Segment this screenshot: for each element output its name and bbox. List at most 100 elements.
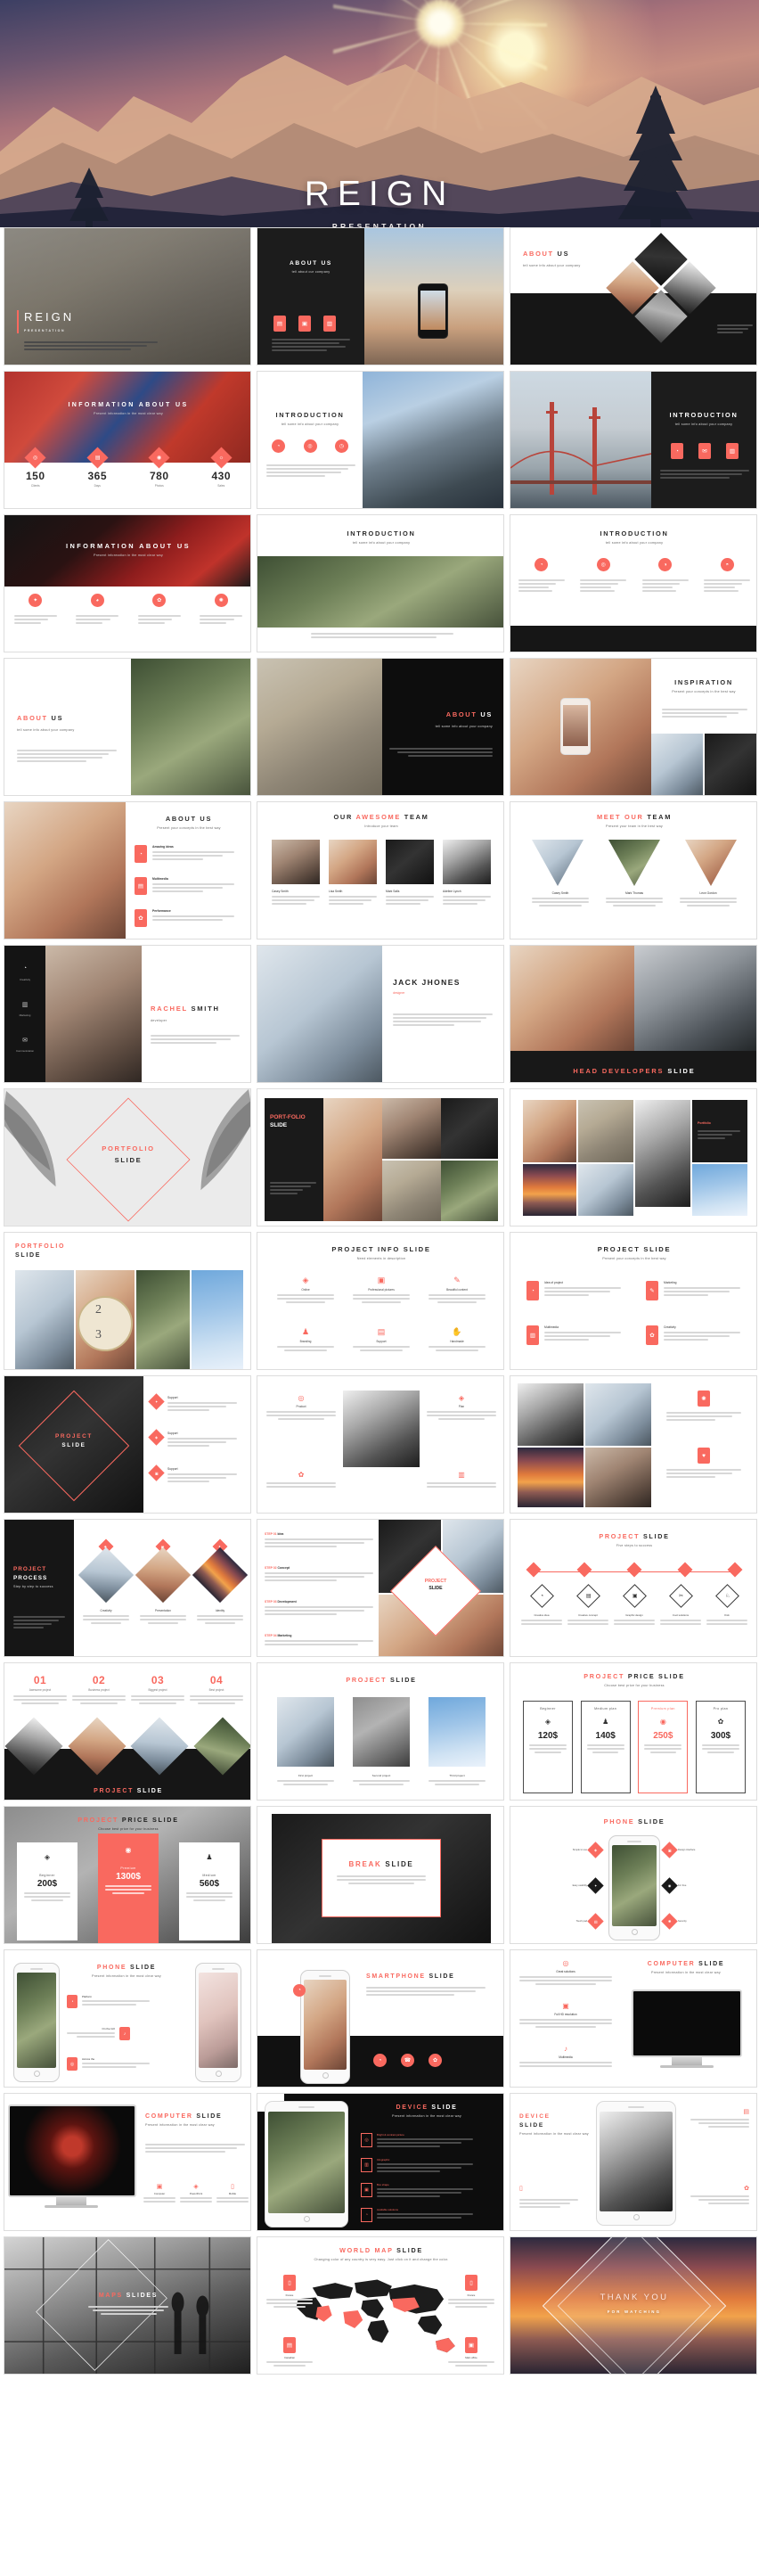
step-name: Development (277, 1600, 297, 1604)
slide-project-slide-numbers[interactable]: 01 Awesome project 02 Business project 0… (4, 1662, 251, 1801)
slide-inspiration[interactable]: INSPIRATION Present your concepts in the… (510, 658, 757, 796)
home-button-icon (322, 2072, 329, 2079)
slide-about-us-features[interactable]: ABOUT US Present your concepts in the be… (4, 801, 251, 939)
slide-photo (635, 1100, 690, 1207)
slide-introduction-columns[interactable]: INTRODUCTION tell some info about your c… (510, 514, 757, 652)
calendar-icon: ▤ (273, 316, 286, 332)
slide-photo (363, 372, 503, 508)
slide-subtitle: Present your team in the best way (605, 824, 663, 828)
slide-jack-jhones[interactable]: JACK JHONES designer (257, 945, 504, 1083)
slide-portfolio-mosaic[interactable]: Portfolio (510, 1088, 757, 1226)
slide-about-us-diamonds[interactable]: ABOUT US tell some info about your compa… (510, 227, 757, 365)
slide-title-accent: ABOUT (523, 250, 554, 258)
slide-smartphone-slide[interactable]: ◔ SMARTPHONE SLIDE ◔ ☎ ✿ (257, 1949, 504, 2088)
slide-device-slide-light[interactable]: DEVICE SLIDE Present information in the … (510, 2093, 757, 2231)
plan-price: 300$ (710, 1731, 731, 1741)
slide-phone-slide-diamonds[interactable]: PHONE SLIDE Simple to use ◈ ▣ Design int… (510, 1806, 757, 1944)
slide-phone-slide-two[interactable]: PHONE SLIDE Present information in the m… (4, 1949, 251, 2088)
price-plan[interactable]: Beginner ◈ 120$ (523, 1701, 573, 1793)
slide-about-us-dark[interactable]: ABOUT US tell some info about your compa… (257, 658, 504, 796)
plan-name: Medium (202, 1874, 216, 1877)
slide-project-slide-three[interactable]: PROJECT SLIDE First project Second proje… (257, 1662, 504, 1801)
camera-icon: ▣ (298, 316, 311, 332)
item-label: Great solutions (556, 1970, 575, 1973)
slide-project-slide-spiral[interactable]: ◎ Product ◈ Plan ✿ ▥ (257, 1375, 504, 1514)
item-icon: ▣ (562, 2002, 569, 2010)
slide-device-slide-dark[interactable]: DEVICE SLIDE Present information in the … (257, 2093, 504, 2231)
slide-information-about-us-food[interactable]: INFORMATION ABOUT US Present information… (4, 514, 251, 652)
slide-portfolio-grid[interactable]: PORT-FOLIO SLIDE (257, 1088, 504, 1226)
slide-price-slide-dark[interactable]: PROJECT PRICE SLIDE Choose best price fo… (4, 1806, 251, 1944)
slide-introduction-bridge[interactable]: INTRODUCTION tell some info about your c… (510, 371, 757, 509)
slide-title-rest: SLIDE (667, 1067, 696, 1075)
number-label: Biggest project (148, 1688, 167, 1692)
slide-our-awesome-team[interactable]: OUR AWESOME TEAM Introduce your team Cas… (257, 801, 504, 939)
slide-project-process[interactable]: PROJECT PROCESS Step by step to success … (4, 1519, 251, 1657)
slide-title-slide[interactable]: REIGN PRESENTATION (4, 227, 251, 365)
slide-project-price-slide[interactable]: PROJECT PRICE SLIDE Choose best price fo… (510, 1662, 757, 1801)
slide-computer-slide[interactable]: ◎ Great solutions ▣ Full HD resolution ♪… (510, 1949, 757, 2088)
slide-maps-slides[interactable]: MAPS SLIDES (4, 2236, 251, 2375)
item-label: Handmade (450, 1340, 464, 1343)
slide-introduction-photo[interactable]: INTRODUCTION tell some info about your c… (257, 514, 504, 652)
slide-project-slide-icons[interactable]: PROJECT SLIDE Present your concepts in t… (510, 1232, 757, 1370)
slide-photo (441, 1161, 498, 1221)
price-plan-highlight[interactable]: ◉ Premium 1300$ (98, 1834, 159, 1943)
price-plan[interactable]: ♟ Medium 560$ (179, 1842, 240, 1940)
slide-thank-you[interactable]: THANK YOU FOR WATCHING (510, 2236, 757, 2375)
price-plan[interactable]: ◈ Beginner 200$ (17, 1842, 78, 1940)
slide-row: ◔ Creativity ▥ Marketing ✉ Communication… (0, 945, 759, 1088)
icon-circle: ◔ (535, 558, 549, 571)
slide-title-post: TEAM (404, 813, 429, 821)
item-label: Support (376, 1340, 387, 1343)
item-label: Third project (449, 1774, 465, 1777)
slide-break-slide[interactable]: BREAK SLIDE (257, 1806, 504, 1944)
slide-introduction-circles[interactable]: INTRODUCTION tell some info about your c… (257, 371, 504, 509)
slide-portfolio-diamond[interactable]: PORTFOLIO SLIDE (4, 1088, 251, 1226)
feature-label: Easy usability (572, 1884, 587, 1887)
slide-portfolio-clock[interactable]: PORTFOLIO SLIDE 2 3 (4, 1232, 251, 1370)
number-value: 03 (151, 1674, 165, 1686)
slide-title-accent: COMPUTER (145, 2113, 193, 2120)
gear-icon: ✿ (135, 909, 147, 927)
plan-name: Premium (120, 1866, 136, 1870)
price-plan[interactable]: Medium plan ♟ 140$ (580, 1701, 631, 1793)
item-label: Branding (299, 1340, 312, 1343)
slide-project-slide-mosaic[interactable]: ✺ ♥ (510, 1375, 757, 1514)
slide-computer-slide-red[interactable]: COMPUTER SLIDE Present information in th… (4, 2093, 251, 2231)
number-label: Awesome project (29, 1688, 52, 1692)
item-label: Mobile (228, 2192, 237, 2195)
slide-about-us-icons[interactable]: ABOUT US tell about our company ▤ ▣ ▥ (257, 227, 504, 365)
number-value: 04 (209, 1674, 224, 1686)
slide-about-us-left[interactable]: ABOUT US tell some info about your compa… (4, 658, 251, 796)
item-label: Support (167, 1467, 178, 1471)
slide-project-slide-steps[interactable]: STEP 01 Idea STEP 02 Concept STEP 03 Dev… (257, 1519, 504, 1657)
slide-photo (353, 1697, 410, 1767)
home-button-icon (303, 2216, 310, 2222)
slide-project-info-slide[interactable]: PROJECT INFO SLIDE Need elements in desc… (257, 1232, 504, 1370)
slide-world-map-slide[interactable]: WORLD MAP SLIDE Changing color of any co… (257, 2236, 504, 2375)
item-icon: ◈ (458, 1394, 465, 1402)
slide-title-accent: MEET OUR (596, 813, 644, 821)
item-icon: ◈ (302, 1276, 309, 1284)
price-plan-highlight[interactable]: Premium plan ◉ 250$ (638, 1701, 689, 1793)
slide-information-about-us-fans[interactable]: INFORMATION ABOUT US Present information… (4, 371, 251, 509)
item-label: Product (296, 1405, 306, 1408)
slide-row: ABOUT US Present your concepts in the be… (0, 801, 759, 945)
slide-project-slide-timeline[interactable]: PROJECT SLIDE Five steps to success ◔ Cr… (510, 1519, 757, 1657)
home-button-icon (215, 2071, 222, 2077)
chart-icon: ▥ (21, 1002, 29, 1008)
stat-value: 365 (87, 470, 108, 482)
device-icon: ✿ (744, 2186, 749, 2192)
slide-subtitle: designer (393, 991, 405, 995)
slide-meet-our-team[interactable]: MEET OUR TEAM Present your team in the b… (510, 801, 757, 939)
step-label: Creative idea (534, 1613, 550, 1617)
slide-project-slide-diamond[interactable]: PROJECT SLIDE ✦ Support ◈ Support ▣ Supp… (4, 1375, 251, 1514)
price-plan[interactable]: Pro plan ✿ 300$ (695, 1701, 746, 1793)
slide-head-developers[interactable]: HEAD DEVELOPERS SLIDE (510, 945, 757, 1083)
member-photo (685, 840, 737, 886)
slide-rachel-smith[interactable]: ◔ Creativity ▥ Marketing ✉ Communication… (4, 945, 251, 1083)
plan-price: 560$ (199, 1879, 220, 1889)
phone-screen (17, 1972, 56, 2068)
feature-label: Touch pad (575, 1920, 587, 1923)
